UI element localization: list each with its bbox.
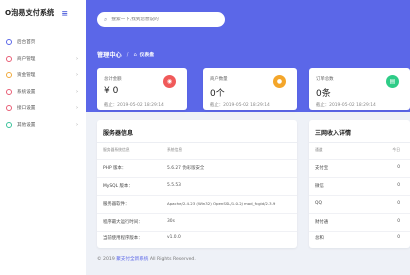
table-row: PHP 版本： 5.6.27 伪彩版安全 bbox=[97, 160, 297, 178]
income-panel: 三网收入详情 通道 今日 支付宝 0 微信 0 QQ 0 财付通 0 总和 0 bbox=[309, 120, 410, 248]
row-key: PHP 版本： bbox=[103, 166, 127, 171]
panel-title: 服务器信息 bbox=[103, 130, 134, 137]
server-info-panel: 服务器信息 服务器系统信息 系统信息 PHP 版本： 5.6.27 伪彩版安全 … bbox=[97, 120, 297, 248]
sidebar-item-label: 后台首页 bbox=[17, 40, 36, 46]
sidebar-item-label: 系统设置 bbox=[17, 89, 36, 95]
table-header: 服务器系统信息 系统信息 bbox=[97, 142, 297, 160]
column-header: 通道 bbox=[315, 147, 323, 152]
page-title: 管理中心 bbox=[97, 52, 122, 59]
row-key: 支付宝 bbox=[315, 166, 329, 171]
row-key: MySQL 版本： bbox=[103, 184, 133, 189]
row-value: Apache/2.4.23 (Win32) OpenSSL/1.0.2j mod… bbox=[167, 201, 276, 206]
row-key: 程序最大运行时间： bbox=[103, 220, 143, 225]
search-input[interactable] bbox=[111, 17, 212, 22]
row-key: QQ bbox=[315, 201, 322, 206]
row-value: 5.6.27 伪彩版安全 bbox=[167, 166, 205, 171]
search-box[interactable]: ⌕ bbox=[97, 12, 225, 27]
panel-title: 三网收入详情 bbox=[315, 130, 352, 137]
cart-icon: ▤ bbox=[386, 75, 399, 88]
puzzle-icon bbox=[6, 121, 12, 128]
stat-time: 截止：2019-05-02 18:29:14 bbox=[104, 103, 164, 108]
stat-value: ¥ 0 bbox=[104, 86, 119, 96]
stat-label: 商户数量 bbox=[210, 77, 228, 82]
stat-time: 截止：2019-05-02 18:29:14 bbox=[316, 103, 376, 108]
menu-toggle-icon[interactable]: ≡ bbox=[61, 9, 68, 18]
stat-card-merchants: 商户数量 0个 截止：2019-05-02 18:29:14 ● bbox=[203, 68, 297, 110]
stat-card-amount: 总计金额 ¥ 0 截止：2019-05-02 18:29:14 ◉ bbox=[97, 68, 187, 110]
sidebar-item-merchants[interactable]: 商户管理 › bbox=[0, 51, 86, 68]
table-row: 服务器软件： Apache/2.4.23 (Win32) OpenSSL/1.0… bbox=[97, 196, 297, 214]
row-value: 0 bbox=[397, 201, 400, 206]
table-row: 当前使用程序版本： v1.0.0 bbox=[97, 230, 297, 248]
footer-link[interactable]: 聚支付全新系统 bbox=[116, 257, 148, 262]
stat-label: 订单总数 bbox=[316, 77, 334, 82]
footer: © 2019 聚支付全新系统 All Rights Reserved. bbox=[97, 256, 196, 262]
users-icon: ● bbox=[273, 75, 286, 88]
search-icon[interactable]: ⌕ bbox=[104, 16, 107, 24]
stat-time: 截止：2019-05-02 18:29:14 bbox=[210, 103, 270, 108]
row-value: 0 bbox=[397, 235, 400, 240]
breadcrumb: 管理中心 / ⌂ 仪表盘 bbox=[97, 50, 155, 60]
table-row: 支付宝 0 bbox=[309, 160, 410, 178]
sidebar-item-label: 商户管理 bbox=[17, 56, 36, 62]
breadcrumb-separator: / bbox=[126, 51, 129, 58]
sidebar-item-funds[interactable]: 资金管理 › bbox=[0, 67, 86, 84]
chevron-right-icon: › bbox=[76, 105, 78, 112]
row-key: 当前使用程序版本： bbox=[103, 236, 143, 241]
row-value: v1.0.0 bbox=[167, 235, 181, 240]
sidebar-item-system[interactable]: 系统设置 › bbox=[0, 84, 86, 101]
breadcrumb-current: 仪表盘 bbox=[139, 53, 155, 58]
sidebar-item-label: 接口设置 bbox=[17, 106, 36, 112]
table-row: QQ 0 bbox=[309, 196, 410, 214]
brand-title: O泡易支付系统 bbox=[5, 8, 55, 17]
chevron-right-icon: › bbox=[76, 72, 78, 79]
sidebar: O泡易支付系统 ≡ 后台首页 商户管理 › 资金管理 › 系统设置 › 接口设置… bbox=[0, 0, 86, 275]
row-value: 5.5.53 bbox=[167, 183, 181, 188]
settings-icon bbox=[6, 88, 12, 95]
table-header: 通道 今日 bbox=[309, 142, 410, 160]
row-key: 财付通 bbox=[315, 220, 329, 225]
row-value: 30s bbox=[167, 219, 175, 224]
sidebar-item-home[interactable]: 后台首页 bbox=[0, 34, 86, 51]
chevron-right-icon: › bbox=[76, 121, 78, 128]
user-icon bbox=[6, 55, 12, 62]
row-value: 0 bbox=[397, 219, 400, 224]
stat-value: 0个 bbox=[210, 89, 225, 99]
sidebar-menu: 后台首页 商户管理 › 资金管理 › 系统设置 › 接口设置 › 其他设置 › bbox=[0, 34, 86, 133]
sidebar-item-api[interactable]: 接口设置 › bbox=[0, 100, 86, 117]
stat-value: 0条 bbox=[316, 89, 331, 99]
wallet-icon bbox=[6, 72, 12, 79]
money-icon: ◉ bbox=[163, 75, 176, 88]
column-header: 今日 bbox=[392, 147, 400, 152]
row-value: 0 bbox=[397, 183, 400, 188]
table-row: MySQL 版本： 5.5.53 bbox=[97, 178, 297, 196]
row-key: 总和 bbox=[315, 236, 324, 241]
row-value: 0 bbox=[397, 165, 400, 170]
chevron-right-icon: › bbox=[76, 88, 78, 95]
sidebar-item-label: 其他设置 bbox=[17, 122, 36, 128]
table-row: 总和 0 bbox=[309, 230, 410, 248]
row-key: 服务器软件： bbox=[103, 202, 130, 207]
column-header: 系统信息 bbox=[167, 147, 183, 152]
chevron-right-icon: › bbox=[76, 55, 78, 62]
home-icon[interactable]: ⌂ bbox=[133, 52, 136, 58]
stat-card-orders: 订单总数 0条 截止：2019-05-02 18:29:14 ▤ bbox=[309, 68, 410, 110]
brand: O泡易支付系统 ≡ bbox=[0, 0, 86, 26]
stat-label: 总计金额 bbox=[104, 77, 122, 82]
api-icon bbox=[6, 105, 12, 112]
table-row: 微信 0 bbox=[309, 178, 410, 196]
home-icon bbox=[6, 39, 12, 46]
row-key: 微信 bbox=[315, 184, 324, 189]
sidebar-item-other[interactable]: 其他设置 › bbox=[0, 117, 86, 134]
sidebar-item-label: 资金管理 bbox=[17, 73, 36, 79]
column-header: 服务器系统信息 bbox=[103, 147, 130, 152]
footer-rights: All Rights Reserved. bbox=[149, 257, 196, 262]
footer-copyright: © 2019 bbox=[97, 257, 115, 262]
